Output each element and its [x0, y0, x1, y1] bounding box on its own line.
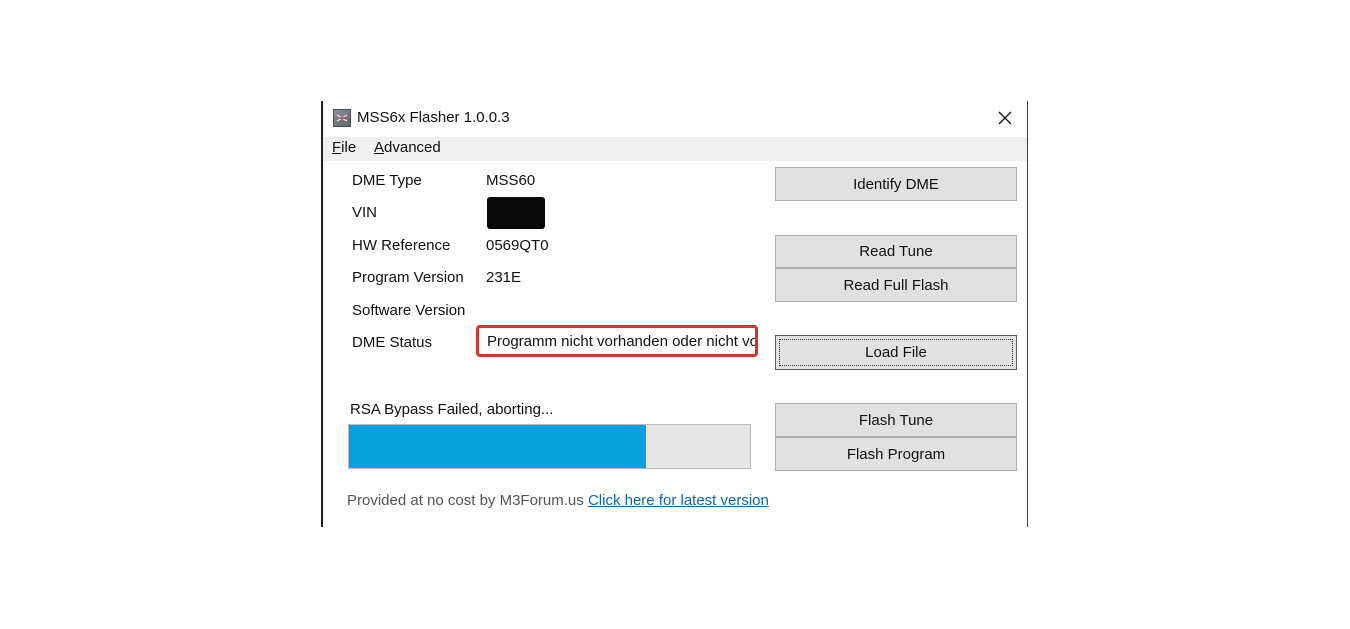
close-button[interactable] [983, 101, 1027, 135]
program-version-value: 231E [486, 269, 522, 286]
vin-label: VIN [352, 204, 378, 221]
close-icon [998, 111, 1012, 125]
flash-program-button[interactable]: Flash Program [775, 437, 1017, 471]
latest-version-link[interactable]: Click here for latest version [588, 492, 769, 509]
read-tune-button[interactable]: Read Tune [775, 235, 1017, 268]
window-title: MSS6x Flasher 1.0.0.3 [357, 109, 510, 126]
dme-type-label: DME Type [352, 172, 422, 189]
progress-bar-fill [349, 425, 646, 468]
hw-reference-label: HW Reference [352, 237, 451, 254]
load-file-button[interactable]: Load File [775, 335, 1017, 370]
progress-bar [348, 424, 751, 469]
footer-text: Provided at no cost by M3Forum.us [347, 492, 584, 509]
flash-tune-button[interactable]: Flash Tune [775, 403, 1017, 437]
vin-redaction [487, 197, 545, 229]
identify-dme-button[interactable]: Identify DME [775, 167, 1017, 201]
progress-status-text: RSA Bypass Failed, aborting... [350, 401, 554, 418]
read-full-flash-button[interactable]: Read Full Flash [775, 268, 1017, 302]
software-version-label: Software Version [352, 302, 466, 319]
app-icon [333, 109, 351, 127]
dme-type-value: MSS60 [486, 172, 536, 189]
dme-status-label: DME Status [352, 334, 433, 351]
dme-status-value: Programm nicht vorhanden oder nicht voll… [487, 333, 758, 350]
program-version-label: Program Version [352, 269, 464, 286]
menu-file[interactable]: File [332, 139, 356, 156]
dme-status-field[interactable]: Programm nicht vorhanden oder nicht voll… [476, 325, 758, 357]
footer: Provided at no cost by M3Forum.us Click … [347, 492, 769, 509]
menu-advanced[interactable]: Advanced [374, 139, 441, 156]
hw-reference-value: 0569QT0 [486, 237, 549, 254]
menu-bar: File Advanced [323, 137, 1027, 161]
title-bar[interactable]: MSS6x Flasher 1.0.0.3 [323, 101, 1027, 137]
app-window: MSS6x Flasher 1.0.0.3 File Advanced DME … [321, 101, 1028, 527]
